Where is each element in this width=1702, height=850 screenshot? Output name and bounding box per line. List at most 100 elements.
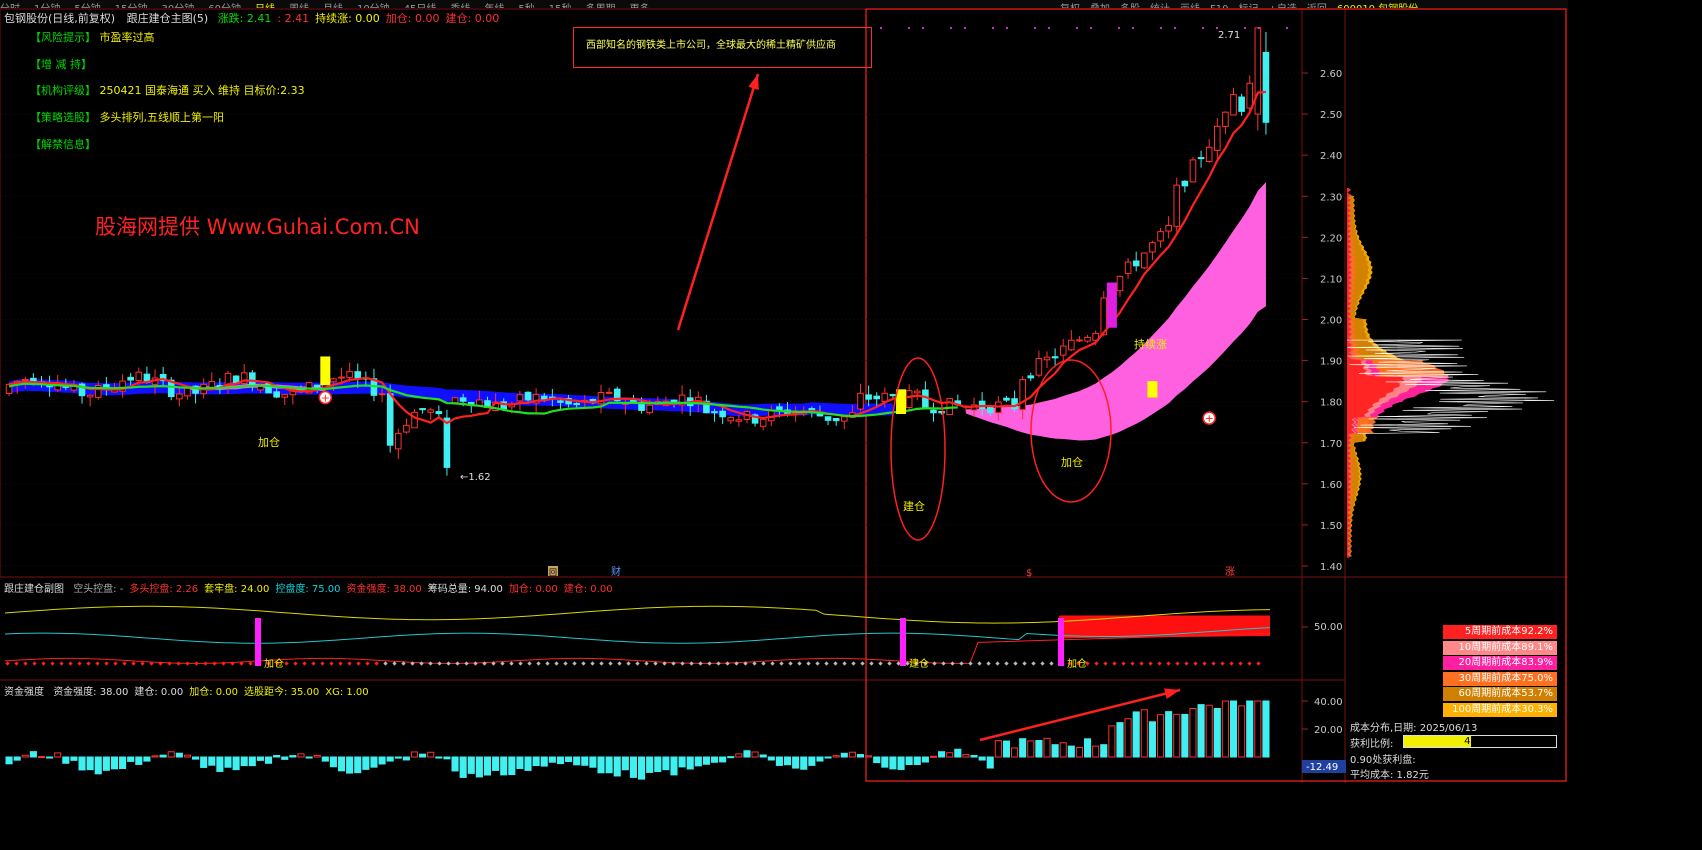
period-tab-5[interactable]: 60分钟 (208, 4, 241, 8)
toolbar-button-0[interactable]: 复权 (1060, 4, 1080, 8)
candle (378, 393, 386, 396)
indicator-name[interactable]: 跟庄建仓主图(5) (127, 12, 209, 25)
candle (913, 390, 921, 394)
toolbar-button-6[interactable]: 标记 (1238, 4, 1258, 8)
sub2-bar (573, 756, 581, 766)
toolbar-button-2[interactable]: 多股 (1120, 4, 1140, 8)
candle (776, 406, 783, 411)
period-tab-13[interactable]: 5秒 (518, 4, 534, 8)
candle (557, 400, 564, 403)
sub2-bar (483, 756, 492, 776)
sub2-bar (638, 756, 646, 780)
period-tab-10[interactable]: 45日线 (404, 4, 437, 8)
sub1-diamond (194, 661, 199, 666)
main-indicator-values: 涨跌: 2.41: 2.41 持续涨: 0.00 加仓: 0.00 建仓: 0.00 (212, 12, 500, 25)
candle (573, 402, 580, 406)
period-tab-3[interactable]: 15分钟 (115, 4, 148, 8)
period-tab-4[interactable]: 30分钟 (161, 4, 194, 8)
period-tab-9[interactable]: 10分钟 (357, 4, 390, 8)
candle (386, 393, 394, 446)
period-tab-11[interactable]: 季线 (450, 4, 470, 8)
toolbar-button-4[interactable]: 画线 (1180, 4, 1200, 8)
sub1-diamond (1238, 661, 1243, 666)
period-tab-6[interactable]: 日线 (255, 4, 275, 8)
sub1-title[interactable]: 跟庄建仓副图 (4, 584, 64, 595)
sub2-bar (78, 756, 86, 771)
toolbar-button-3[interactable]: 统计 (1150, 4, 1170, 8)
sub2-bar (1108, 725, 1116, 758)
sub1-mark-label: 加仓 (264, 657, 284, 670)
sub1-diamond (518, 661, 523, 666)
sub1-diamond (293, 661, 298, 666)
sub2-bar (792, 756, 800, 769)
marker-dot (1034, 27, 1036, 29)
sub1-diamond (680, 661, 685, 666)
sub1-diamond (554, 661, 559, 666)
period-tab-14[interactable]: 15秒 (549, 4, 572, 8)
period-tab-1[interactable]: 1分钟 (34, 4, 60, 8)
sub1-mark-label: 建仓 (909, 657, 929, 670)
sub2-bar (783, 756, 792, 766)
sub2-bar (459, 756, 467, 778)
sub1-diamond (698, 661, 703, 666)
candle (1059, 345, 1067, 356)
up-arrow-sub-head (1164, 688, 1180, 699)
sub1-diamond (185, 661, 190, 666)
sub2-bar (500, 756, 508, 776)
candle (605, 391, 613, 394)
sub2-bar (70, 756, 78, 761)
sub2-bar (565, 756, 573, 762)
period-tab-2[interactable]: 5分钟 (74, 4, 100, 8)
candle (419, 408, 426, 411)
info-value: 250421 国泰海通 买入 维持 目标价:2.33 (96, 84, 305, 98)
high-price-label: 2.71 (1218, 30, 1240, 41)
sub2-bar (613, 756, 621, 777)
signal-bar (896, 389, 907, 414)
sub2-bar (954, 748, 962, 758)
period-tab-12[interactable]: 年线 (484, 4, 504, 8)
sub1-diamond (23, 661, 28, 666)
sub2-bar (192, 756, 200, 760)
info-line-1: 【增 减 持】 (30, 56, 92, 72)
period-tab-16[interactable]: 更多 (630, 4, 650, 8)
indicator-value-3: 加仓: 0.00 (385, 12, 440, 25)
candle (1181, 180, 1189, 187)
sub2-bar (297, 753, 305, 758)
period-tab-0[interactable]: 分时 (0, 4, 20, 8)
sub1-diamond (1220, 661, 1225, 666)
toolbar-button-5[interactable]: F10 (1210, 4, 1228, 8)
sub1-diamond (959, 661, 964, 666)
toolbar-button-7[interactable]: +自选 (1268, 4, 1296, 8)
sub2-bar (362, 756, 370, 770)
y-tick-label: 1.80 (1320, 398, 1342, 409)
sub2-bar (1100, 744, 1108, 758)
sub2-bar (929, 755, 938, 758)
sub2-title[interactable]: 资金强度 (4, 687, 44, 698)
period-tab-15[interactable]: 多周期 (586, 4, 616, 8)
sub1-diamond (1175, 661, 1180, 666)
chart-canvas[interactable]: 2.60 2.50 2.40 2.30 2.20 2.10 2.00 1.90 1.80 1.70… (0, 0, 1568, 783)
sub1-diamond (617, 661, 622, 666)
sub2-bar (337, 756, 346, 772)
main-chart-title: 包钢股份(日线,前复权) 跟庄建仓主图(5) 涨跌: 2.41: 2.41 持续涨… (4, 10, 499, 26)
sub2-bar (1011, 747, 1019, 758)
candle (873, 395, 881, 400)
sub2-axis-label: 20.00 (1314, 725, 1343, 736)
toolbar-button-8[interactable]: 返回 (1307, 4, 1327, 8)
period-tab-8[interactable]: 月线 (323, 4, 343, 8)
indicator-value-4: 建仓: 0.00 (445, 12, 500, 25)
period-tabs[interactable]: 分时 1分钟 5分钟 15分钟 30分钟 60分钟 日线 周线 月线 10分钟 45日线 季线 年线 5秒… (0, 4, 664, 8)
top-toolbar[interactable]: 分时 1分钟 5分钟 15分钟 30分钟 60分钟 日线 周线 月线 10分钟 45日线 季线 年线 5秒… (0, 0, 1568, 8)
period-tab-7[interactable]: 周线 (289, 4, 309, 8)
sub1-diamond (986, 661, 991, 666)
sub2-bar (710, 756, 719, 763)
sub2-bar (240, 756, 248, 767)
candle (176, 393, 183, 400)
toolbar-button-1[interactable]: 叠加 (1090, 4, 1110, 8)
sub1-diamond (896, 661, 901, 666)
indicator-value-4: XG: 1.00 (325, 687, 369, 698)
candle (946, 398, 953, 416)
sub2-bar (540, 756, 548, 767)
plus-sign: + (1205, 412, 1214, 425)
sub1-diamond (203, 661, 208, 666)
